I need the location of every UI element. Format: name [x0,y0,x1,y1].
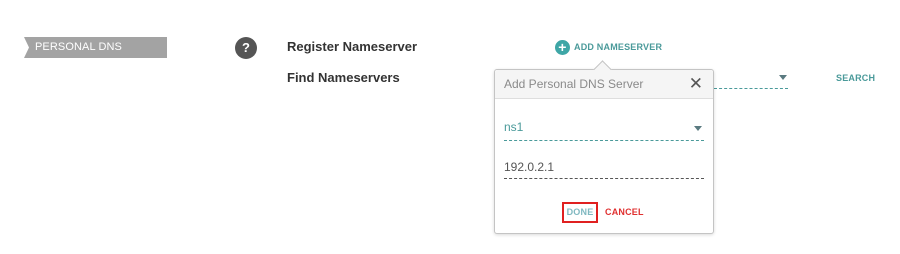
chevron-down-icon[interactable] [779,75,787,80]
nameserver-select[interactable]: ns1 [504,119,704,141]
help-icon[interactable]: ? [235,37,257,59]
register-nameserver-label[interactable]: Register Nameserver [287,39,417,54]
popup-title: Add Personal DNS Server [504,77,644,91]
find-nameserver-select[interactable] [714,88,788,89]
find-nameservers-label[interactable]: Find Nameservers [287,70,400,85]
ip-address-input[interactable] [504,156,704,179]
add-nameserver-label: ADD NAMESERVER [574,42,663,52]
done-button[interactable]: DONE [562,202,598,223]
nameserver-select-value: ns1 [504,120,524,134]
add-nameserver-button[interactable]: + ADD NAMESERVER [555,39,662,55]
chevron-down-icon [694,126,702,131]
add-dns-server-popup: Add Personal DNS Server ✕ ns1 DONE CANCE… [494,60,714,234]
section-tag-personal-dns-server: PERSONAL DNS SERVER [24,37,167,58]
plus-circle-icon: + [555,39,570,55]
close-icon[interactable]: ✕ [689,74,703,94]
search-button[interactable]: SEARCH [836,73,875,83]
cancel-button[interactable]: CANCEL [605,207,644,217]
popup-header: Add Personal DNS Server ✕ [495,70,713,99]
